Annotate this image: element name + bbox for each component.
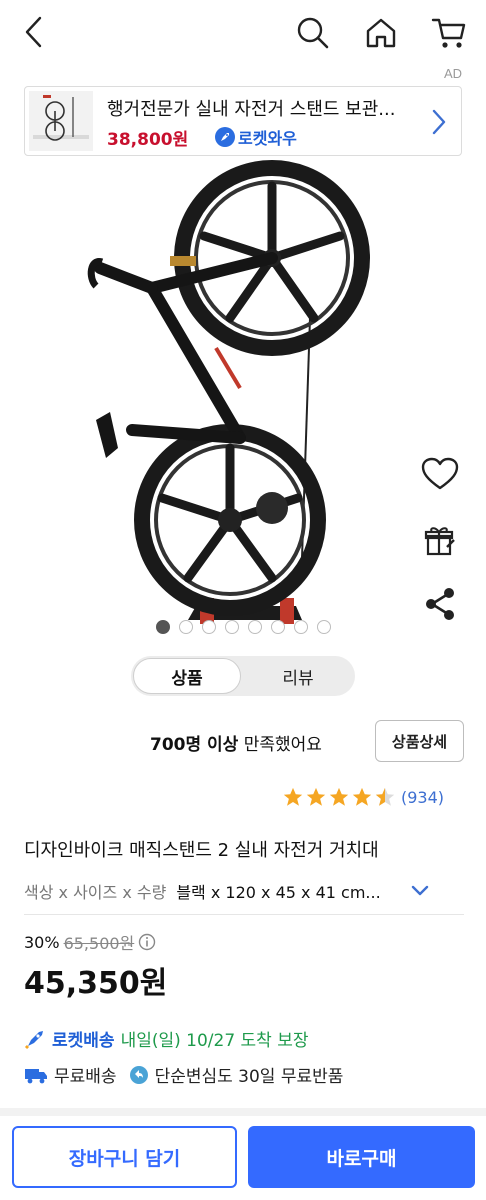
- gallery-dot[interactable]: [202, 620, 216, 634]
- rocket-wow-label: 로켓와우: [238, 129, 297, 148]
- ad-price: 38,800원: [107, 130, 189, 150]
- shipping-benefits: 무료배송 단순변심도 30일 무료반품: [24, 1062, 343, 1087]
- rocket-icon: [24, 1028, 46, 1050]
- ad-thumbnail: [29, 91, 93, 151]
- add-to-cart-button[interactable]: 장바구니 담기: [12, 1126, 237, 1188]
- gallery-dot[interactable]: [271, 620, 285, 634]
- discount-rate: 30%: [24, 932, 60, 952]
- search-icon[interactable]: [292, 12, 334, 54]
- product-detail-button[interactable]: 상품상세: [375, 720, 464, 762]
- gallery-dot[interactable]: [248, 620, 262, 634]
- review-count[interactable]: (934): [401, 788, 444, 807]
- original-price: 65,500원: [63, 934, 135, 953]
- star-icon: [329, 787, 349, 806]
- gallery-dot[interactable]: [156, 620, 170, 634]
- star-icon: [306, 787, 326, 806]
- tab-product[interactable]: 상품: [133, 658, 241, 694]
- rocket-wow-badge: 로켓와우: [215, 125, 297, 149]
- gallery-dot[interactable]: [179, 620, 193, 634]
- rocket-icon: [215, 127, 235, 147]
- product-review-toggle: 상품 리뷰: [131, 656, 355, 696]
- option-selector[interactable]: 색상 x 사이즈 x 수량 블랙 x 120 x 45 x 41 cm...: [24, 876, 464, 906]
- rocket-delivery-label: 로켓배송: [52, 1031, 115, 1051]
- share-icon[interactable]: [418, 582, 462, 626]
- satisfaction-label: 만족했어요: [238, 735, 322, 755]
- top-nav-bar: [0, 0, 486, 66]
- tab-review[interactable]: 리뷰: [243, 658, 353, 694]
- gift-icon[interactable]: [418, 518, 462, 562]
- star-icon: [283, 787, 303, 806]
- gallery-pagination: [156, 620, 331, 634]
- star-icon: [352, 787, 372, 806]
- option-value: 블랙 x 120 x 45 x 41 cm...: [176, 883, 381, 902]
- free-shipping-label: 무료배송: [54, 1067, 117, 1087]
- gallery-dot[interactable]: [294, 620, 308, 634]
- wishlist-heart-icon[interactable]: [418, 452, 462, 496]
- product-title: 디자인바이크 매직스탠드 2 실내 자전거 거치대: [24, 840, 379, 861]
- discount-row: 30% 65,500원: [24, 930, 156, 954]
- ad-banner[interactable]: 행거전문가 실내 자전거 스탠드 보관... 38,800원 로켓와우: [24, 86, 462, 156]
- truck-icon: [24, 1066, 48, 1084]
- rating-stars[interactable]: (934): [282, 786, 444, 808]
- arrival-date: 내일(일) 10/27 도착 보장: [120, 1031, 309, 1051]
- info-icon[interactable]: [138, 933, 156, 951]
- ad-title: 행거전문가 실내 자전거 스탠드 보관...: [107, 99, 396, 120]
- satisfaction-text: 700명 이상 만족했어요: [150, 730, 322, 755]
- gallery-dot[interactable]: [317, 620, 331, 634]
- chevron-right-icon: [429, 107, 453, 137]
- home-icon[interactable]: [360, 12, 402, 54]
- buy-now-button[interactable]: 바로구매: [248, 1126, 475, 1188]
- cart-icon[interactable]: [428, 12, 470, 54]
- option-label: 색상 x 사이즈 x 수량: [24, 883, 167, 902]
- satisfaction-count: 700명 이상: [150, 735, 239, 755]
- return-icon: [129, 1065, 149, 1085]
- product-image[interactable]: [40, 158, 380, 628]
- half-star-icon: [375, 787, 395, 806]
- back-icon[interactable]: [14, 12, 54, 52]
- chevron-down-icon: [410, 884, 430, 898]
- bottom-separator: [0, 1108, 486, 1116]
- divider: [24, 914, 464, 915]
- ad-label: AD: [443, 66, 462, 81]
- sale-price: 45,350원: [24, 966, 168, 1001]
- free-return-label: 단순변심도 30일 무료반품: [154, 1067, 344, 1087]
- delivery-info: 로켓배송 내일(일) 10/27 도착 보장: [24, 1026, 309, 1051]
- gallery-dot[interactable]: [225, 620, 239, 634]
